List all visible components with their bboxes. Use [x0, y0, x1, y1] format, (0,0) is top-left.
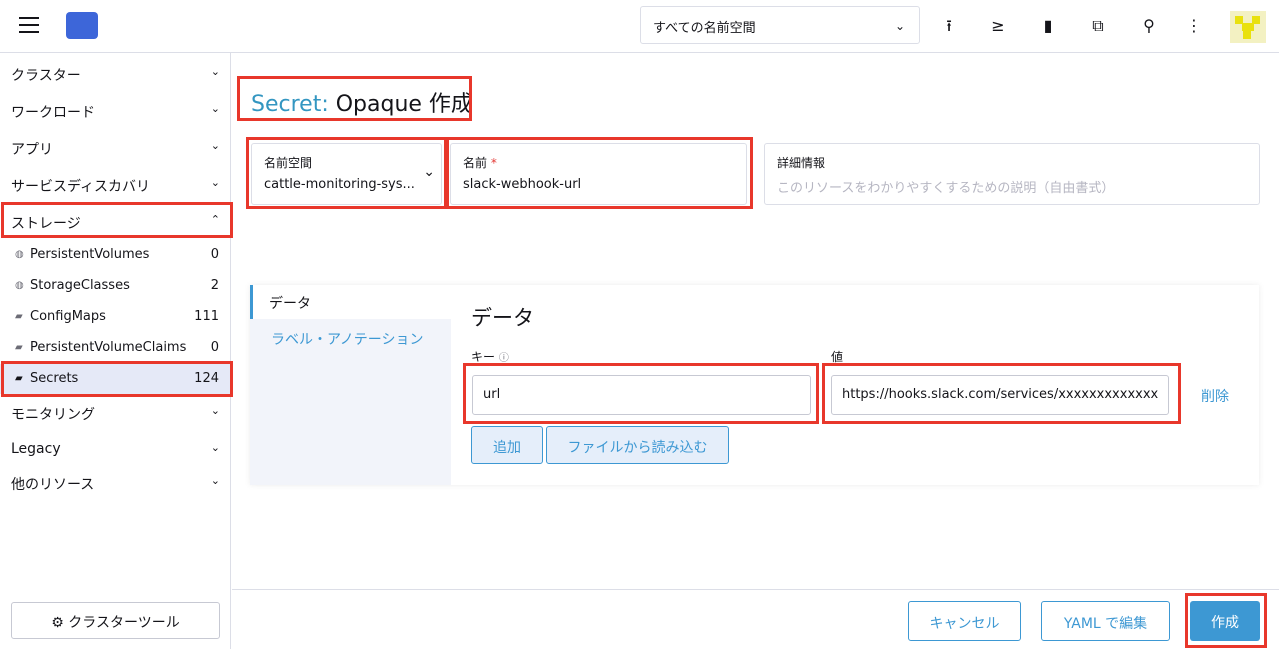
sidebar-group-cluster[interactable]: クラスター ⌄	[0, 56, 231, 88]
namespace-label: 名前空間	[264, 156, 313, 170]
title-resource-type: Secret:	[251, 92, 329, 117]
sidebar-group-service-discovery[interactable]: サービスディスカバリ ⌄	[0, 167, 231, 199]
sidebar-group-monitoring[interactable]: モニタリング ⌄	[0, 395, 231, 427]
sidebar-item-count: 0	[210, 340, 219, 355]
read-from-file-button[interactable]: ファイルから読み込む	[546, 426, 729, 464]
sidebar-group-storage[interactable]: ストレージ ⌃	[0, 204, 231, 236]
namespace-select[interactable]: 名前空間 cattle-monitoring-sys... ⌄	[251, 143, 442, 205]
value-column-label: 値	[831, 350, 844, 364]
chevron-down-icon: ⌄	[210, 102, 220, 115]
sidebar-item-count: 111	[194, 309, 219, 324]
description-placeholder: このリソースをわかりやすくするための説明（自由書式）	[777, 181, 1115, 196]
cancel-button[interactable]: キャンセル	[908, 601, 1021, 641]
sidebar-group-legacy[interactable]: Legacy ⌄	[0, 432, 231, 464]
chevron-down-icon: ⌄	[210, 65, 220, 78]
globe-icon: ◍	[15, 249, 24, 260]
copy-icon[interactable]: ⧉	[1088, 16, 1108, 36]
globe-icon: ◍	[15, 280, 24, 291]
sidebar-item-secrets[interactable]: ▰ Secrets 124	[0, 364, 231, 394]
sidebar-item-configmaps[interactable]: ▰ ConfigMaps 111	[0, 302, 231, 332]
folder-icon: ▰	[15, 342, 23, 353]
search-icon[interactable]: ⚲	[1139, 16, 1159, 36]
chevron-down-icon: ⌄	[210, 404, 220, 417]
sidebar-group-apps[interactable]: アプリ ⌄	[0, 130, 231, 162]
top-bar: すべての名前空間 ⌄ ⭱ ≥ ▮ ⧉ ⚲ ⋮	[0, 0, 1279, 53]
add-button[interactable]: 追加	[471, 426, 543, 464]
sidebar-item-label: Secrets	[30, 371, 79, 386]
sidebar-item-label: PersistentVolumeClaims	[30, 340, 187, 355]
sidebar-group-more-resources[interactable]: 他のリソース ⌄	[0, 465, 231, 497]
delete-row-button[interactable]: 削除	[1201, 386, 1229, 406]
sidebar-group-label: 他のリソース	[11, 477, 95, 493]
tab-list: データ ラベル・アノテーション	[250, 285, 451, 485]
sidebar-item-persistentvolumeclaims[interactable]: ▰ PersistentVolumeClaims 0	[0, 333, 231, 363]
description-label: 詳細情報	[777, 156, 826, 170]
sidebar-item-count: 0	[210, 247, 219, 262]
chevron-down-icon: ⌄	[210, 474, 220, 487]
sidebar: クラスター ⌄ ワークロード ⌄ アプリ ⌄ サービスディスカバリ ⌄ ストレー…	[0, 53, 231, 649]
rancher-logo-icon[interactable]	[66, 12, 98, 39]
folder-icon: ▰	[15, 373, 23, 384]
sidebar-group-label: ストレージ	[11, 216, 81, 232]
key-label: キー	[471, 350, 496, 364]
namespace-filter-select[interactable]: すべての名前空間 ⌄	[640, 6, 920, 44]
name-value: slack-webhook-url	[463, 177, 582, 192]
data-panel: データ ラベル・アノテーション データ キー ⓘ 値 url https://h…	[250, 285, 1259, 485]
footer-bar: キャンセル YAML で編集 作成	[232, 589, 1279, 649]
sidebar-group-label: モニタリング	[11, 407, 95, 423]
namespace-value: cattle-monitoring-sys...	[264, 177, 415, 192]
chevron-down-icon: ⌄	[210, 176, 220, 189]
required-mark: *	[490, 156, 497, 170]
sidebar-group-label: Legacy	[11, 441, 61, 457]
info-icon: ⓘ	[498, 353, 509, 364]
sidebar-item-count: 124	[194, 371, 219, 386]
sidebar-group-label: アプリ	[11, 142, 53, 158]
create-button[interactable]: 作成	[1190, 601, 1260, 641]
sidebar-item-label: PersistentVolumes	[30, 247, 150, 262]
sidebar-group-label: サービスディスカバリ	[11, 179, 151, 195]
main-content: Secret: Opaque 作成 名前空間 cattle-monitoring…	[232, 53, 1279, 649]
menu-icon[interactable]	[19, 17, 39, 33]
cluster-tools-label: クラスターツール	[68, 615, 180, 631]
namespace-filter-label: すべての名前空間	[653, 21, 756, 36]
chevron-down-icon: ⌄	[210, 139, 220, 152]
name-label: 名前	[463, 156, 488, 170]
value-input[interactable]: https://hooks.slack.com/services/xxxxxxx…	[831, 375, 1169, 415]
chevron-up-icon: ⌃	[210, 213, 220, 226]
tab-label: データ	[269, 296, 311, 312]
sidebar-item-count: 2	[210, 278, 219, 293]
page-title: Secret: Opaque 作成	[251, 86, 473, 118]
chevron-down-icon: ⌄	[423, 164, 435, 180]
file-icon[interactable]: ▮	[1038, 16, 1058, 36]
name-field[interactable]: 名前 * slack-webhook-url	[450, 143, 747, 205]
gear-icon: ⚙	[51, 615, 64, 631]
sidebar-item-storageclasses[interactable]: ◍ StorageClasses 2	[0, 271, 231, 301]
sidebar-item-label: ConfigMaps	[30, 309, 106, 324]
key-column-label: キー ⓘ	[471, 348, 509, 365]
edit-yaml-button[interactable]: YAML で編集	[1041, 601, 1170, 641]
more-vert-icon[interactable]: ⋮	[1184, 16, 1204, 36]
sidebar-group-label: ワークロード	[11, 105, 95, 121]
sidebar-group-workload[interactable]: ワークロード ⌄	[0, 93, 231, 125]
sidebar-item-persistentvolumes[interactable]: ◍ PersistentVolumes 0	[0, 240, 231, 270]
sidebar-item-label: StorageClasses	[30, 278, 130, 293]
avatar[interactable]	[1230, 11, 1266, 43]
sidebar-group-label: クラスター	[11, 68, 81, 84]
upload-icon[interactable]: ⭱	[939, 16, 959, 36]
key-input[interactable]: url	[472, 375, 811, 415]
tab-data[interactable]: データ	[250, 285, 451, 319]
tab-labels-annotations[interactable]: ラベル・アノテーション	[271, 329, 423, 349]
terminal-icon[interactable]: ≥	[988, 16, 1008, 36]
title-action: Opaque 作成	[335, 92, 473, 117]
description-field[interactable]: 詳細情報 このリソースをわかりやすくするための説明（自由書式）	[764, 143, 1260, 205]
folder-icon: ▰	[15, 311, 23, 322]
chevron-down-icon: ⌄	[894, 19, 905, 33]
cluster-tools-button[interactable]: ⚙ クラスターツール	[11, 602, 220, 639]
chevron-down-icon: ⌄	[210, 441, 220, 454]
data-heading: データ	[471, 306, 534, 330]
